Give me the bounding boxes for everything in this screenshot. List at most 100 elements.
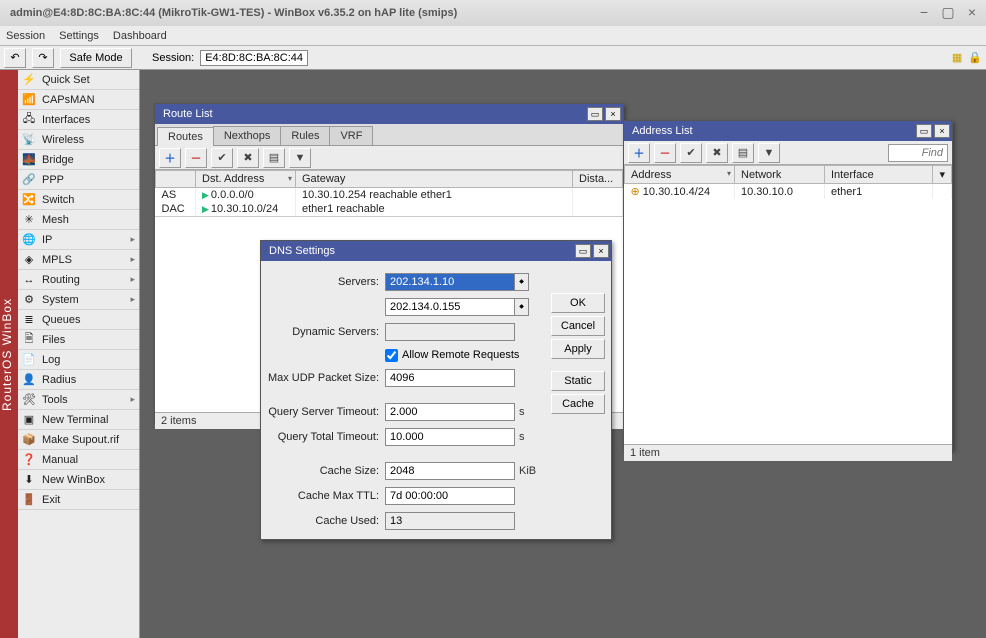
route-col-flags[interactable] [156,171,196,188]
route-table[interactable]: Dst. Address▾ Gateway Dista... AS▶0.0.0.… [155,170,623,216]
menu-label: Interfaces [42,114,90,126]
disable-button[interactable]: ✖ [706,143,728,163]
sidebar-item-wireless[interactable]: 📡 Wireless [18,130,139,150]
undo-button[interactable]: ↶ [4,48,26,68]
sidebar-item-new-terminal[interactable]: ▣ New Terminal [18,410,139,430]
sidebar-item-manual[interactable]: ❓ Manual [18,450,139,470]
route-col-gw[interactable]: Gateway [296,171,573,188]
menu-icon: ⚡ [22,73,36,87]
redo-button[interactable]: ↷ [32,48,54,68]
table-row[interactable]: ⊕ 10.30.10.4/2410.30.10.0ether1 [625,184,952,200]
sidebar-item-quick-set[interactable]: ⚡ Quick Set [18,70,139,90]
sidebar-item-system[interactable]: ⚙ System ▸ [18,290,139,310]
cancel-button[interactable]: Cancel [551,316,605,336]
server2-input[interactable] [385,298,515,316]
add-button[interactable]: ＋ [159,148,181,168]
qst-label: Query Server Timeout: [267,406,385,418]
sidebar-item-queues[interactable]: ≣ Queues [18,310,139,330]
route-list-close-icon[interactable]: × [605,107,621,121]
remove-button[interactable]: － [185,148,207,168]
find-input[interactable] [888,144,948,162]
add-button[interactable]: ＋ [628,143,650,163]
allow-remote-checkbox[interactable] [385,349,398,362]
sidebar-item-bridge[interactable]: 🌉 Bridge [18,150,139,170]
safe-mode-button[interactable]: Safe Mode [60,48,132,68]
sidebar-item-switch[interactable]: 🔀 Switch [18,190,139,210]
qtt-input[interactable] [385,428,515,446]
enable-button[interactable]: ✔ [211,148,233,168]
sidebar-item-ip[interactable]: 🌐 IP ▸ [18,230,139,250]
workspace: Route List ▭ × Routes Nexthops Rules VRF… [140,70,986,638]
dns-restore-icon[interactable]: ▭ [575,244,591,258]
table-row[interactable]: AS▶0.0.0.0/010.30.10.254 reachable ether… [156,188,623,203]
enable-button[interactable]: ✔ [680,143,702,163]
sidebar-item-make-supout.rif[interactable]: 📦 Make Supout.rif [18,430,139,450]
tab-vrf[interactable]: VRF [329,126,373,145]
minimize-icon[interactable]: − [916,4,932,20]
address-status: 1 item [624,444,952,461]
table-row[interactable]: DAC▶10.30.10.0/24ether1 reachable [156,202,623,216]
comment-button[interactable]: ▤ [732,143,754,163]
sidebar-item-ppp[interactable]: 🔗 PPP [18,170,139,190]
static-button[interactable]: Static [551,371,605,391]
address-list-restore-icon[interactable]: ▭ [916,124,932,138]
address-list-title: Address List [632,125,693,137]
dns-settings-window: DNS Settings ▭ × OK Cancel Apply Static … [260,240,612,540]
addr-col-menu[interactable]: ▾ [933,166,952,184]
qst-input[interactable] [385,403,515,421]
menu-label: Files [42,334,65,346]
route-list-titlebar[interactable]: Route List ▭ × [155,104,623,124]
sidebar-item-mpls[interactable]: ◈ MPLS ▸ [18,250,139,270]
csize-input[interactable] [385,462,515,480]
tab-rules[interactable]: Rules [280,126,330,145]
route-list-restore-icon[interactable]: ▭ [587,107,603,121]
disable-button[interactable]: ✖ [237,148,259,168]
menubar-item-session[interactable]: Session [6,30,45,42]
filter-button[interactable]: ▼ [758,143,780,163]
route-list-toolbar: ＋ － ✔ ✖ ▤ ▼ [155,146,623,170]
cused-label: Cache Used: [267,515,385,527]
addr-col-iface[interactable]: Interface [825,166,933,184]
address-list-close-icon[interactable]: × [934,124,950,138]
server2-stepper[interactable]: ◆ [515,298,529,316]
sidebar-item-routing[interactable]: ↔ Routing ▸ [18,270,139,290]
server1-input[interactable] [385,273,515,291]
addr-col-address[interactable]: Address▾ [625,166,735,184]
route-col-dst[interactable]: Dst. Address▾ [196,171,296,188]
filter-button[interactable]: ▼ [289,148,311,168]
route-list-tabs: Routes Nexthops Rules VRF [155,124,623,146]
remove-button[interactable]: － [654,143,676,163]
apply-button[interactable]: Apply [551,339,605,359]
sidebar-item-capsman[interactable]: 📶 CAPsMAN [18,90,139,110]
comment-button[interactable]: ▤ [263,148,285,168]
sidebar-item-files[interactable]: 🗎 Files [18,330,139,350]
address-table[interactable]: Address▾ Network Interface ▾ ⊕ 10.30.10.… [624,165,952,199]
address-list-titlebar[interactable]: Address List ▭ × [624,121,952,141]
sidebar-item-log[interactable]: 📄 Log [18,350,139,370]
maxudp-input[interactable] [385,369,515,387]
route-col-dist[interactable]: Dista... [573,171,623,188]
sidebar-item-interfaces[interactable]: 🖧 Interfaces [18,110,139,130]
dns-titlebar[interactable]: DNS Settings ▭ × [261,241,611,261]
sidebar-item-mesh[interactable]: ✳ Mesh [18,210,139,230]
tab-routes[interactable]: Routes [157,127,214,146]
submenu-chevron-icon: ▸ [130,294,135,305]
sidebar-item-new-winbox[interactable]: ⬇ New WinBox [18,470,139,490]
addr-col-network[interactable]: Network [735,166,825,184]
menubar-item-settings[interactable]: Settings [59,30,99,42]
menubar-item-dashboard[interactable]: Dashboard [113,30,167,42]
sidebar-item-radius[interactable]: 👤 Radius [18,370,139,390]
server1-stepper[interactable]: ◆ [515,273,529,291]
dns-close-icon[interactable]: × [593,244,609,258]
tab-nexthops[interactable]: Nexthops [213,126,281,145]
session-value: E4:8D:8C:BA:8C:44 [200,50,308,66]
maximize-icon[interactable]: ▢ [940,4,956,20]
menu-label: Queues [42,314,81,326]
sidebar-item-exit[interactable]: 🚪 Exit [18,490,139,510]
cttl-input[interactable] [385,487,515,505]
ok-button[interactable]: OK [551,293,605,313]
close-icon[interactable]: × [964,4,980,20]
cache-button[interactable]: Cache [551,394,605,414]
menu-icon: 🔗 [22,173,36,187]
sidebar-item-tools[interactable]: 🛠 Tools ▸ [18,390,139,410]
